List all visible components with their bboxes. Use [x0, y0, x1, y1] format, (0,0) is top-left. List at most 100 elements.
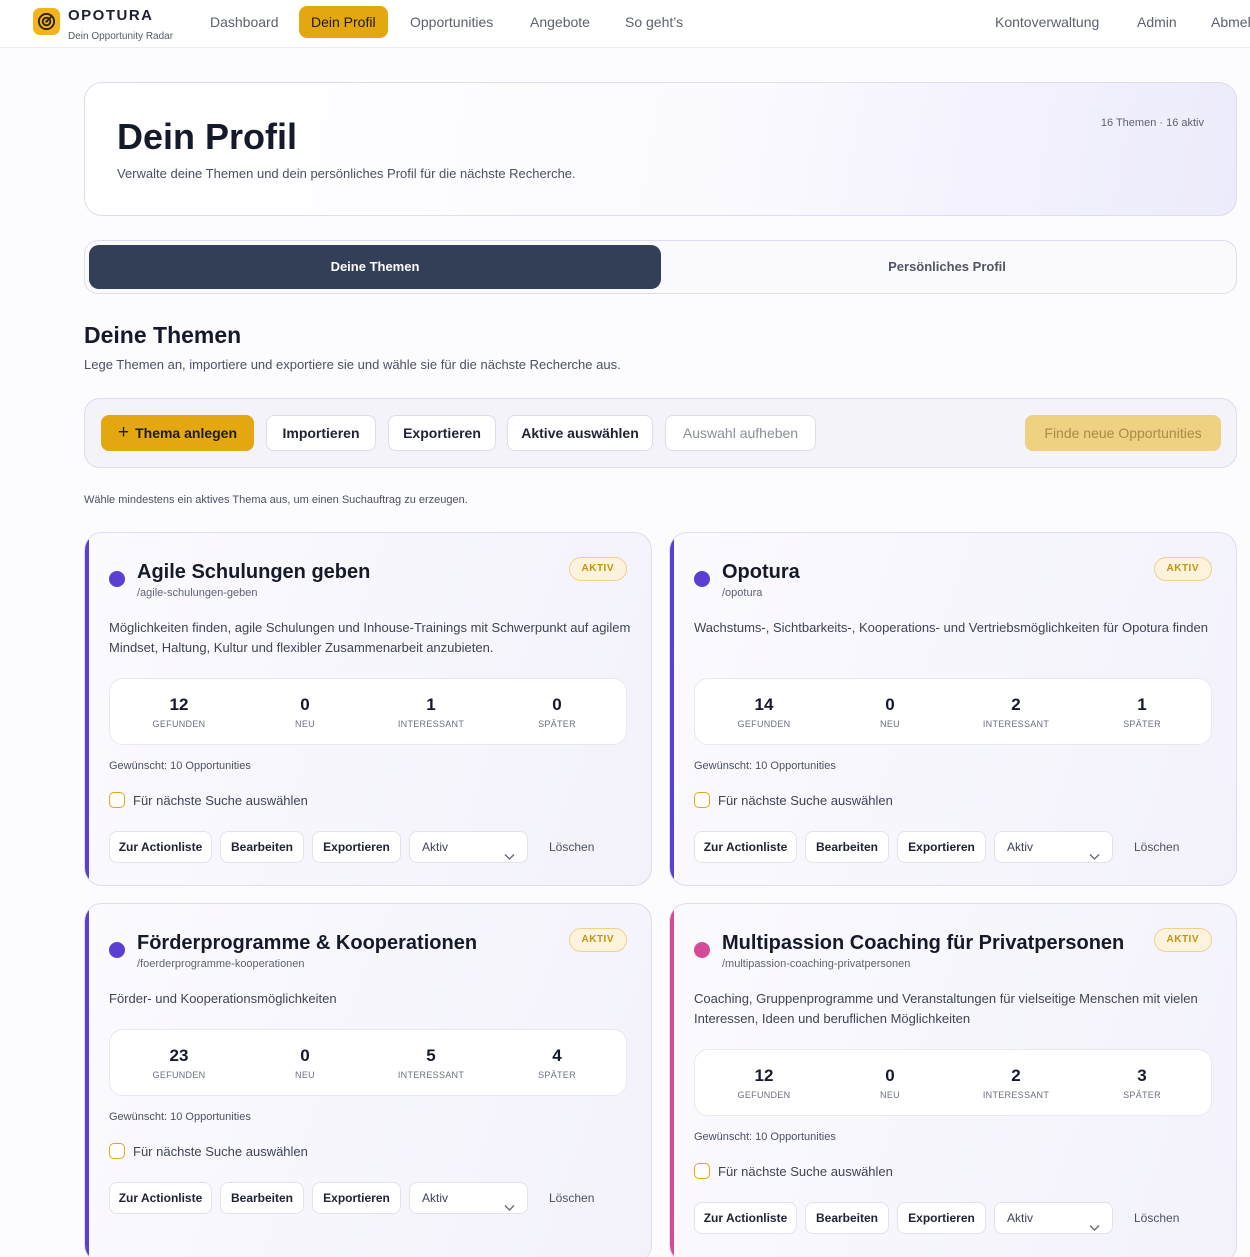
card-actions: Zur Actionliste Bearbeiten Exportieren A… [109, 831, 629, 863]
import-button[interactable]: Importieren [266, 415, 376, 451]
stat-later: 0 SPÄTER [492, 679, 622, 729]
tab-deine-themen[interactable]: Deine Themen [89, 245, 661, 289]
theme-count: 16 Themen · 16 aktiv [1100, 117, 1204, 129]
find-opportunities-button[interactable]: Finde neue Opportunities [1025, 415, 1221, 451]
select-label: Für nächste Suche auswählen [718, 1163, 893, 1179]
status-select[interactable]: Aktiv [409, 831, 528, 863]
select-for-search[interactable]: Für nächste Suche auswählen [109, 792, 308, 808]
status-badge: AKTIV [1153, 557, 1212, 581]
stat-new-value: 0 [885, 695, 895, 714]
delete-button[interactable]: Löschen [549, 1182, 594, 1214]
logo-icon[interactable] [33, 8, 60, 35]
stat-new: 0 NEU [825, 1050, 955, 1100]
create-theme-button[interactable]: + Thema anlegen [101, 415, 254, 451]
stat-found-value: 12 [754, 1066, 774, 1085]
stat-later: 4 SPÄTER [492, 1030, 622, 1080]
wanted-count: Gewünscht: 10 Opportunities [109, 760, 251, 772]
delete-button[interactable]: Löschen [1134, 1202, 1179, 1234]
actionlist-button[interactable]: Zur Actionliste [694, 831, 797, 863]
nav-admin[interactable]: Admin [1125, 6, 1189, 38]
nav-dein-profil[interactable]: Dein Profil [299, 6, 388, 38]
top-navigation: OPOTURA Dein Opportunity Radar Dashboard… [0, 0, 1250, 48]
stat-new-label: NEU [880, 719, 900, 729]
status-select[interactable]: Aktiv [994, 831, 1113, 863]
theme-card: Multipassion Coaching für Privatpersonen… [669, 903, 1237, 1257]
brand-name[interactable]: OPOTURA [68, 7, 154, 24]
select-checkbox[interactable] [109, 1143, 125, 1159]
stat-later-label: SPÄTER [538, 1070, 576, 1080]
nav-abmelden[interactable]: Abmelden [1199, 6, 1250, 38]
theme-title[interactable]: Agile Schulungen geben [137, 561, 370, 584]
status-badge: AKTIV [568, 557, 627, 581]
stat-later-value: 1 [1137, 695, 1147, 714]
select-label: Für nächste Suche auswählen [133, 792, 308, 808]
export-theme-button[interactable]: Exportieren [897, 831, 986, 863]
status-select-value: Aktiv [422, 840, 449, 854]
chevron-down-icon [1089, 1213, 1100, 1243]
theme-description: Coaching, Gruppenprogramme und Veranstal… [694, 991, 1198, 1026]
theme-slug: /agile-schulungen-geben [137, 587, 258, 599]
export-theme-button[interactable]: Exportieren [312, 831, 401, 863]
edit-button[interactable]: Bearbeiten [220, 831, 304, 863]
edit-button[interactable]: Bearbeiten [805, 831, 889, 863]
theme-color-dot [694, 571, 710, 587]
card-actions: Zur Actionliste Bearbeiten Exportieren A… [694, 1202, 1214, 1234]
export-theme-button[interactable]: Exportieren [312, 1182, 401, 1214]
select-for-search[interactable]: Für nächste Suche auswählen [694, 792, 893, 808]
stat-interesting-value: 2 [1011, 695, 1021, 714]
select-checkbox[interactable] [109, 792, 125, 808]
stat-found: 23 GEFUNDEN [114, 1030, 244, 1080]
theme-card: Agile Schulungen geben /agile-schulungen… [84, 532, 652, 886]
card-actions: Zur Actionliste Bearbeiten Exportieren A… [694, 831, 1214, 863]
card-accent-bar [670, 533, 674, 885]
select-label: Für nächste Suche auswählen [133, 1143, 308, 1159]
nav-opportunities[interactable]: Opportunities [398, 6, 505, 38]
actionlist-button[interactable]: Zur Actionliste [694, 1202, 797, 1234]
stat-new: 0 NEU [240, 1030, 370, 1080]
status-select[interactable]: Aktiv [994, 1202, 1113, 1234]
export-button[interactable]: Exportieren [388, 415, 496, 451]
stat-found-label: GEFUNDEN [152, 1070, 206, 1080]
actionlist-button[interactable]: Zur Actionliste [109, 831, 212, 863]
edit-button[interactable]: Bearbeiten [805, 1202, 889, 1234]
theme-description: Förder- und Kooperationsmöglichkeiten [109, 991, 337, 1006]
select-for-search[interactable]: Für nächste Suche auswählen [694, 1163, 893, 1179]
clear-selection-button[interactable]: Auswahl aufheben [665, 415, 816, 451]
chevron-down-icon [1089, 842, 1100, 872]
delete-button[interactable]: Löschen [1134, 831, 1179, 863]
stat-later-value: 4 [552, 1046, 562, 1065]
actionlist-button[interactable]: Zur Actionliste [109, 1182, 212, 1214]
nav-so-gehts[interactable]: So geht’s [613, 6, 695, 38]
theme-slug: /multipassion-coaching-privatpersonen [722, 958, 911, 970]
select-for-search[interactable]: Für nächste Suche auswählen [109, 1143, 308, 1159]
theme-color-dot [109, 571, 125, 587]
chevron-down-icon [504, 842, 515, 872]
select-checkbox[interactable] [694, 1163, 710, 1179]
export-theme-button[interactable]: Exportieren [897, 1202, 986, 1234]
status-select[interactable]: Aktiv [409, 1182, 528, 1214]
stat-new: 0 NEU [240, 679, 370, 729]
theme-title[interactable]: Förderprogramme & Kooperationen [137, 932, 477, 955]
card-accent-bar [85, 904, 89, 1257]
stat-found-label: GEFUNDEN [152, 719, 206, 729]
stat-new-value: 0 [885, 1066, 895, 1085]
stat-new-value: 0 [300, 695, 310, 714]
select-active-button[interactable]: Aktive auswählen [507, 415, 653, 451]
nav-kontoverwaltung[interactable]: Kontoverwaltung [983, 6, 1111, 38]
card-actions: Zur Actionliste Bearbeiten Exportieren A… [109, 1182, 629, 1214]
theme-title[interactable]: Opotura [722, 561, 800, 584]
nav-angebote[interactable]: Angebote [518, 6, 602, 38]
delete-button[interactable]: Löschen [549, 831, 594, 863]
select-checkbox[interactable] [694, 792, 710, 808]
stat-found: 12 GEFUNDEN [114, 679, 244, 729]
theme-description: Möglichkeiten finden, agile Schulungen u… [109, 620, 631, 655]
stat-later-label: SPÄTER [538, 719, 576, 729]
edit-button[interactable]: Bearbeiten [220, 1182, 304, 1214]
nav-dashboard[interactable]: Dashboard [198, 6, 291, 38]
stat-interesting-value: 2 [1011, 1066, 1021, 1085]
stat-interesting: 5 INTERESSANT [366, 1030, 496, 1080]
tab-persoenliches-profil[interactable]: Persönliches Profil [663, 245, 1231, 289]
wanted-count: Gewünscht: 10 Opportunities [694, 1131, 836, 1143]
stat-found-value: 23 [169, 1046, 189, 1065]
theme-title[interactable]: Multipassion Coaching für Privatpersonen [722, 932, 1124, 955]
